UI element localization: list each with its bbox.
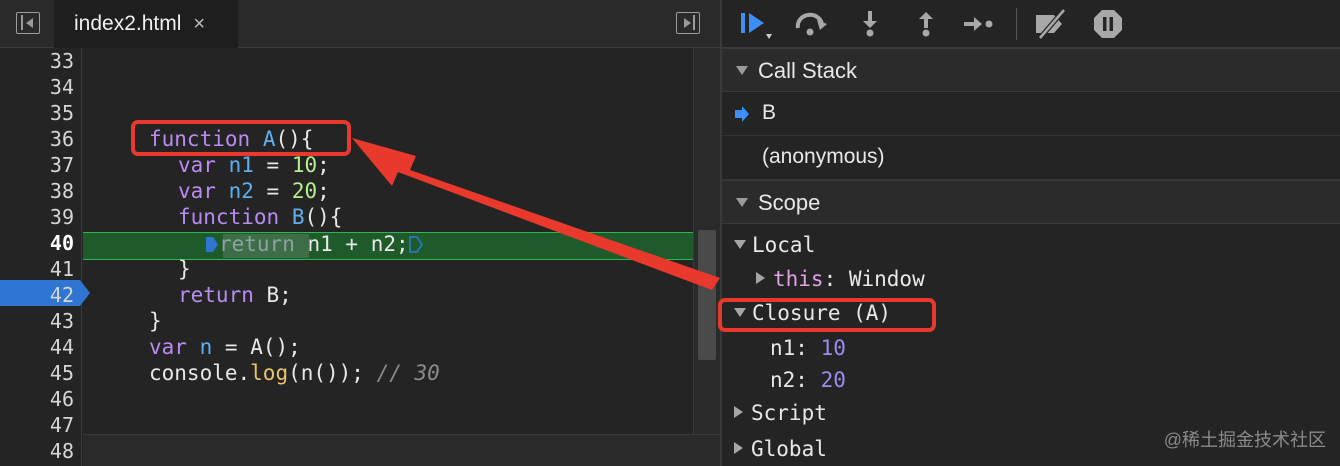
file-tab-name: index2.html	[74, 12, 182, 35]
chevron-right-icon	[734, 442, 743, 454]
debugger-sidebar: Call Stack B (anonymous) Scope Local thi…	[718, 0, 1340, 466]
editor-tab-bar: index2.html ×	[0, 0, 720, 48]
close-tab-icon[interactable]: ×	[193, 13, 205, 36]
call-stack-header[interactable]: Call Stack	[722, 48, 1340, 92]
inline-breakpoint-icon[interactable]	[408, 236, 423, 253]
file-tab[interactable]: index2.html ×	[54, 0, 238, 48]
line-number[interactable]: 33	[0, 48, 74, 74]
step-into-icon[interactable]	[854, 8, 886, 40]
call-frame-selected[interactable]: B	[722, 92, 1340, 136]
code-line-paused: return n1 + n2;	[205, 231, 423, 257]
line-number[interactable]: 39	[0, 204, 74, 230]
code-line: var n = A();	[149, 335, 301, 359]
toggle-navigator-icon[interactable]	[16, 12, 40, 34]
line-number[interactable]: 46	[0, 386, 74, 412]
step-over-icon[interactable]	[792, 8, 827, 40]
call-frame-label: B	[762, 101, 777, 124]
source-editor: index2.html × 33 34 35 36 37 38 39 40 41…	[0, 0, 720, 466]
step-out-icon[interactable]	[910, 8, 942, 40]
code-line: return B;	[178, 283, 292, 307]
scope-closure-node[interactable]: Closure (A)	[734, 298, 891, 328]
scope-this-property[interactable]: this: Window	[756, 264, 925, 294]
chevron-right-icon	[756, 272, 765, 284]
vertical-scrollbar[interactable]	[693, 48, 720, 434]
scope-header[interactable]: Scope	[722, 180, 1340, 224]
scope-local-node[interactable]: Local	[734, 230, 815, 260]
chevron-down-icon	[734, 240, 746, 249]
line-number[interactable]: 42	[0, 282, 74, 308]
scope-title: Scope	[758, 190, 821, 215]
chevron-right-icon	[734, 406, 743, 418]
line-number[interactable]: 45	[0, 360, 74, 386]
chevron-down-icon	[736, 66, 748, 75]
code-line: }	[149, 309, 162, 333]
scope-global-node[interactable]: Global	[734, 434, 827, 464]
chevron-down-icon	[736, 198, 748, 207]
line-number[interactable]: 48	[0, 438, 74, 464]
watermark: @稀土掘金技术社区	[1163, 430, 1326, 450]
line-number[interactable]: 36	[0, 126, 74, 152]
deactivate-breakpoints-icon[interactable]	[1032, 8, 1066, 40]
line-number-gutter[interactable]: 33 34 35 36 37 38 39 40 41 42 43 44 45 4…	[0, 48, 90, 466]
line-number[interactable]: 35	[0, 100, 74, 126]
line-number[interactable]: 34	[0, 74, 74, 100]
line-number[interactable]: 43	[0, 308, 74, 334]
current-frame-arrow-icon	[735, 106, 749, 122]
resume-icon[interactable]	[738, 8, 772, 40]
line-number[interactable]: 41	[0, 256, 74, 282]
code-line: var n2 = 20;	[178, 179, 330, 203]
line-number[interactable]: 38	[0, 178, 74, 204]
call-stack-title: Call Stack	[758, 58, 858, 83]
code-line: console.log(n()); // 30	[149, 361, 440, 385]
toolbar-separator	[1016, 8, 1017, 40]
code-area[interactable]: function A(){ var n1 = 10; var n2 = 20; …	[83, 48, 693, 434]
vertical-scrollbar-thumb[interactable]	[698, 230, 716, 360]
inline-breakpoint-icon[interactable]	[205, 236, 219, 253]
debugger-toolbar	[722, 0, 1340, 48]
annotation-box-function-a	[131, 120, 351, 156]
line-number[interactable]: 37	[0, 152, 74, 178]
code-line: }	[178, 257, 191, 281]
current-line-number[interactable]: 40	[0, 230, 74, 256]
scope-closure-var[interactable]: n1: 10	[770, 333, 846, 363]
code-line: function B(){	[178, 205, 343, 229]
line-number[interactable]: 47	[0, 412, 74, 438]
call-frame-label: (anonymous)	[762, 145, 885, 168]
pause-on-exceptions-icon[interactable]	[1092, 8, 1124, 40]
line-number[interactable]: 44	[0, 334, 74, 360]
horizontal-scrollbar[interactable]	[83, 434, 720, 466]
toggle-debugger-icon[interactable]	[676, 12, 700, 34]
chevron-down-icon	[734, 308, 746, 317]
scope-closure-var[interactable]: n2: 20	[770, 365, 846, 395]
scope-script-node[interactable]: Script	[734, 398, 827, 428]
step-icon[interactable]	[962, 8, 994, 40]
call-frame[interactable]: (anonymous)	[722, 136, 1340, 180]
